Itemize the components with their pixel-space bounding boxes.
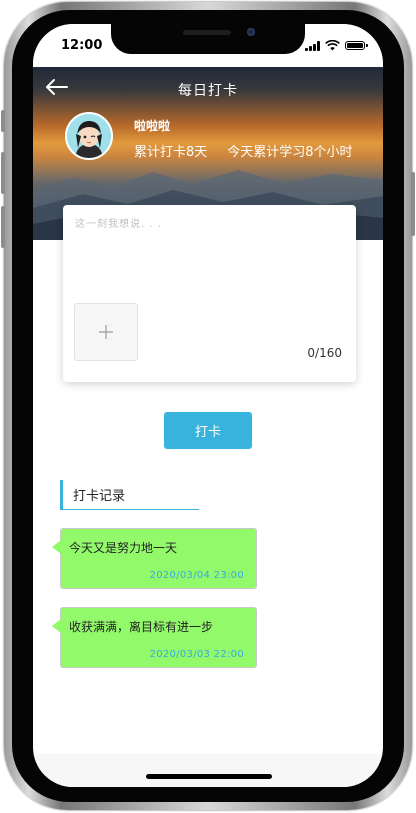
stats-line: 累计打卡8天 今天累计学习8个小时 — [134, 141, 353, 160]
image-upload-button[interactable] — [74, 303, 138, 361]
record-date: 2020/03/04 23:00 — [149, 570, 244, 581]
avatar[interactable] — [65, 112, 113, 160]
volume-down-button — [1, 206, 5, 248]
records-title-text: 打卡记录 — [73, 489, 126, 504]
checkin-button[interactable]: 打卡 — [164, 412, 252, 449]
plus-icon — [99, 325, 113, 339]
record-item[interactable]: 今天又是努力地一天 2020/03/04 23:00 — [52, 528, 257, 589]
camera-icon — [247, 28, 255, 36]
status-icons — [305, 40, 368, 51]
notch — [111, 24, 305, 54]
volume-up-button — [1, 152, 5, 194]
speaker-grille — [183, 30, 231, 35]
power-button — [411, 172, 415, 236]
char-counter: 0/160 — [307, 346, 342, 360]
status-bar: 12:00 — [33, 24, 383, 67]
home-indicator[interactable] — [146, 774, 272, 779]
record-content: 收获满满，离目标有进一步 — [69, 620, 214, 634]
page-title: 每日打卡 — [178, 83, 238, 99]
screen: 12:00 每日打卡 啦啦啦 累计打卡8天 今天累计学习8个小时 这一刻我想说.… — [33, 24, 383, 787]
battery-icon — [345, 41, 368, 50]
avatar-illustration — [67, 114, 111, 158]
username: 啦啦啦 — [134, 119, 171, 133]
record-content: 今天又是努力地一天 — [69, 541, 178, 555]
checkin-card: 0/160 — [63, 205, 356, 382]
status-time: 12:00 — [61, 38, 103, 53]
record-item[interactable]: 收获满满，离目标有进一步 2020/03/03 22:00 — [52, 607, 257, 668]
total-checkin-days: 累计打卡8天 — [134, 145, 208, 160]
today-study-hours: 今天累计学习8个小时 — [227, 145, 353, 160]
wifi-icon — [325, 40, 340, 51]
signal-icon — [305, 40, 320, 51]
mute-switch — [1, 110, 5, 132]
record-date: 2020/03/03 22:00 — [149, 649, 244, 660]
bottom-bar — [33, 754, 383, 787]
records-section-title: 打卡记录 — [60, 480, 199, 510]
thought-input[interactable] — [73, 213, 349, 297]
